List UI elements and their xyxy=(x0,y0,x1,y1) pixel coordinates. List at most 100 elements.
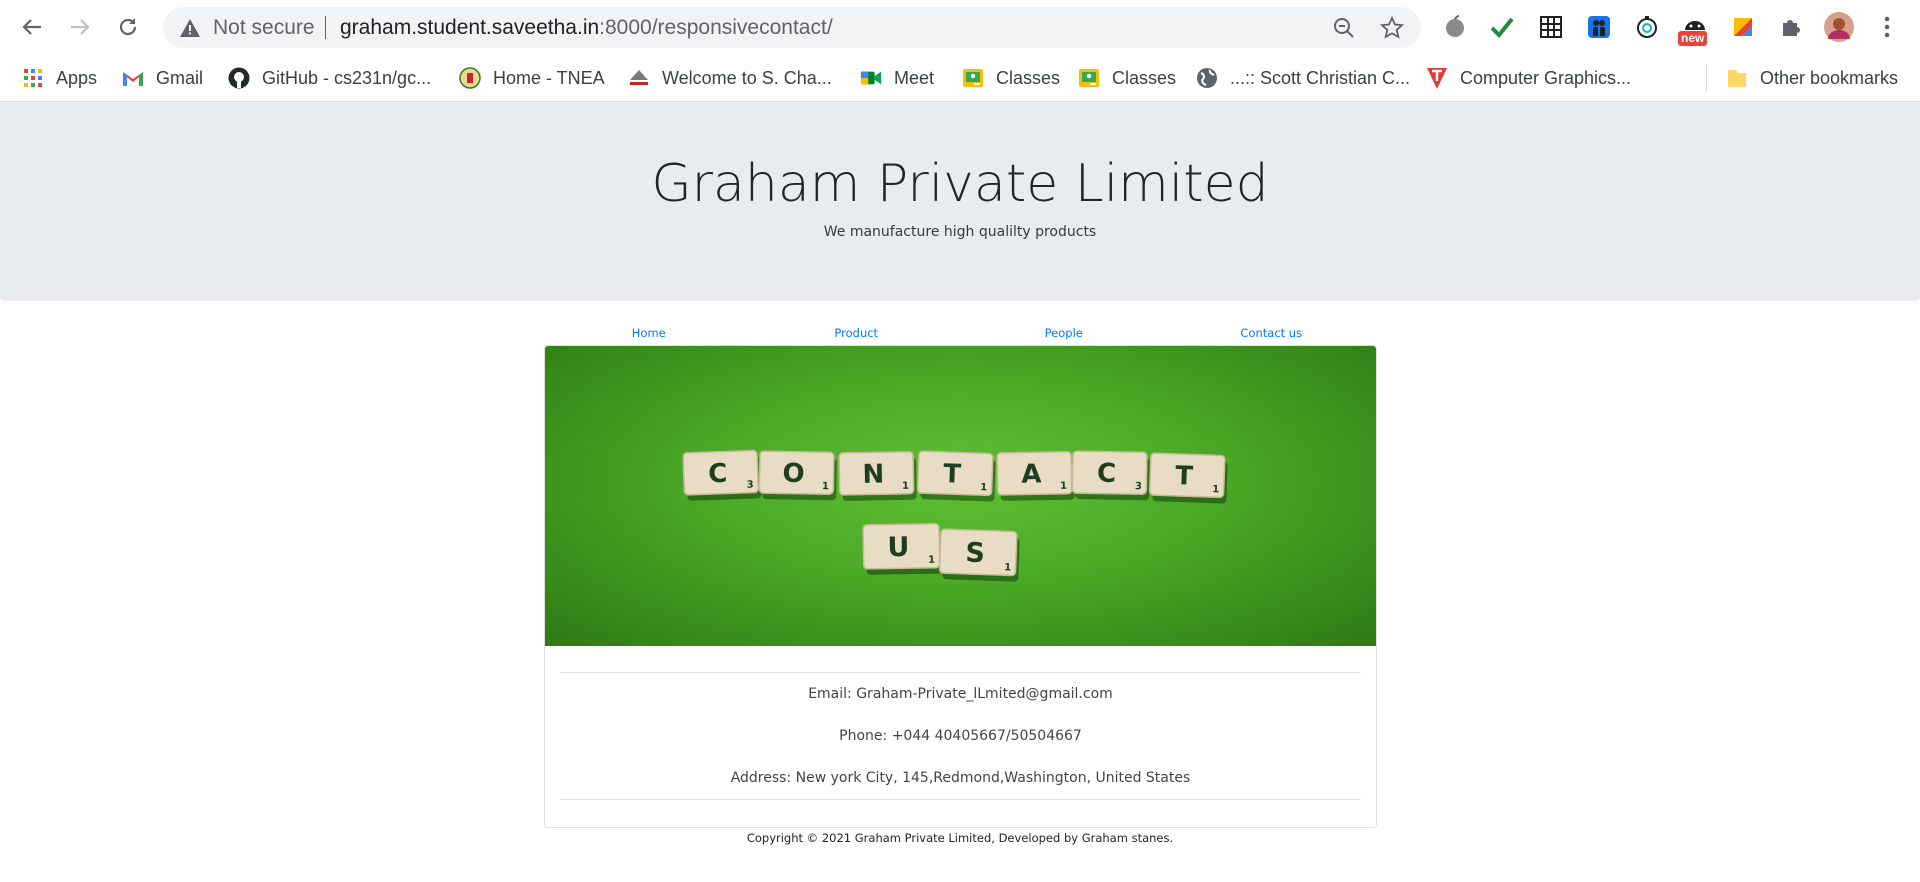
bookmark-star-icon[interactable] xyxy=(1379,15,1405,41)
nav-home[interactable]: Home xyxy=(545,326,753,346)
bookmarks-bar: Apps Gmail GitHub - cs231n/gc... Home - … xyxy=(0,55,1920,102)
extension-check-icon[interactable] xyxy=(1487,12,1517,42)
scrabble-tiles: C 3 O 1 N 1 T 1 A 1 C 3 T 1U 1 S 1 xyxy=(682,449,1228,582)
site-nav: Home Product People Contact us xyxy=(545,326,1375,346)
chrome-menu-icon[interactable] xyxy=(1872,12,1902,42)
bookmark-classes-2[interactable]: Classes xyxy=(1078,64,1176,92)
divider-top xyxy=(560,672,1361,673)
tile-letter: S xyxy=(965,538,986,570)
bookmark-label: Classes xyxy=(1112,67,1177,88)
contact-card: C3O1N1T1A1C3T1U1S1 Email: Graham-Private… xyxy=(544,345,1377,828)
bookmark-scott-christian[interactable]: ...:: Scott Christian C... xyxy=(1196,64,1410,92)
folder-icon xyxy=(1726,67,1748,89)
security-label[interactable]: Not secure xyxy=(213,16,315,40)
classroom-icon xyxy=(962,67,984,89)
bookmark-label: GitHub - cs231n/gc... xyxy=(262,67,432,88)
back-arrow-icon xyxy=(22,19,41,35)
nav-people[interactable]: People xyxy=(960,326,1168,346)
bookmark-label: Computer Graphics... xyxy=(1460,67,1632,88)
scrabble-tile-row1-5: C3 xyxy=(1071,450,1150,501)
scrabble-tile-row1-1: O1 xyxy=(758,450,837,501)
apps-grid-icon xyxy=(22,67,44,89)
extension-people-icon[interactable] xyxy=(1584,12,1614,42)
warning-icon xyxy=(180,19,200,37)
url-text[interactable]: graham.student.saveetha.in:8000/responsi… xyxy=(340,16,833,40)
page-subtitle: We manufacture high qualilty products xyxy=(823,224,1097,240)
tile-score: 1 xyxy=(822,481,829,492)
gmail-icon xyxy=(122,67,144,89)
scrabble-tile-row1-4: A1 xyxy=(996,451,1075,501)
bookmark-gmail[interactable]: Gmail xyxy=(122,64,203,92)
tile-letter: T xyxy=(1175,461,1194,492)
forward-arrow-icon xyxy=(71,19,90,35)
meet-icon xyxy=(860,67,882,89)
contact-phone: Phone: +044 40405667/50504667 xyxy=(839,728,1082,744)
scrabble-tile-row1-0: C3 xyxy=(682,449,762,501)
tile-score: 1 xyxy=(1060,481,1067,492)
zoom-icon[interactable] xyxy=(1331,15,1357,41)
url-path: :8000/responsivecontact/ xyxy=(599,16,833,39)
tile-score: 3 xyxy=(746,480,753,491)
url-host: graham.student.saveetha.in xyxy=(340,16,600,39)
bookmark-label: Welcome to S. Cha... xyxy=(662,67,832,88)
scrabble-tile-row2-0: U1 xyxy=(862,522,943,575)
bookmark-computer-graphics[interactable]: Computer Graphics... xyxy=(1426,64,1631,92)
bookmark-tnea[interactable]: Home - TNEA xyxy=(459,64,605,92)
contact-email: Email: Graham-Private_lLmited@gmail.com xyxy=(808,686,1113,702)
reload-icon xyxy=(119,18,137,36)
bookmark-classes-1[interactable]: Classes xyxy=(962,64,1060,92)
address-separator xyxy=(325,16,326,39)
scrabble-tile-row1-2: N1 xyxy=(838,451,917,501)
tile-score: 1 xyxy=(902,481,909,492)
divider-bottom xyxy=(560,799,1361,800)
scrabble-tile-row1-6: T1 xyxy=(1148,452,1228,504)
contact-us-hero-image: C3O1N1T1A1C3T1U1S1 xyxy=(545,346,1376,646)
extension-table-icon[interactable] xyxy=(1536,12,1566,42)
page-title: Graham Private Limited xyxy=(651,154,1269,214)
tile-score: 1 xyxy=(980,482,987,493)
bookmark-github[interactable]: GitHub - cs231n/gc... xyxy=(228,64,431,92)
contact-address: Address: New york City, 145,Redmond,Wash… xyxy=(730,770,1191,786)
bookmark-welcome[interactable]: Welcome to S. Cha... xyxy=(628,64,832,92)
bookmark-apps[interactable]: Apps xyxy=(22,64,97,92)
bookmark-label: Classes xyxy=(996,67,1061,88)
tutorialspoint-icon xyxy=(1426,67,1448,89)
tile-letter: T xyxy=(943,459,962,490)
nav-contact-us[interactable]: Contact us xyxy=(1168,326,1376,346)
tile-letter: O xyxy=(782,459,805,489)
tile-letter: A xyxy=(1021,459,1042,489)
bookmark-label: Home - TNEA xyxy=(493,67,605,88)
scrabble-tile-row1-3: T1 xyxy=(916,450,996,502)
back-button[interactable] xyxy=(15,10,49,44)
bookmark-label: Gmail xyxy=(156,67,204,88)
college-logo-icon xyxy=(628,67,650,89)
profile-avatar[interactable] xyxy=(1824,12,1854,42)
nav-product[interactable]: Product xyxy=(753,326,961,346)
reload-button[interactable] xyxy=(111,10,145,44)
tile-score: 1 xyxy=(1004,562,1011,573)
github-icon xyxy=(228,67,250,89)
browser-toolbar: Not secure graham.student.saveetha.in:80… xyxy=(0,0,1920,55)
tile-letter: U xyxy=(887,532,909,563)
address-bar[interactable]: Not secure graham.student.saveetha.in:80… xyxy=(163,7,1421,48)
extension-colorful-icon[interactable] xyxy=(1728,12,1758,42)
tile-letter: C xyxy=(1097,459,1117,489)
tnea-emblem-icon xyxy=(459,67,481,89)
bookmark-label: ...:: Scott Christian C... xyxy=(1230,67,1411,88)
new-badge: new xyxy=(1678,31,1708,46)
bookmarks-divider xyxy=(1706,64,1707,92)
bookmark-meet[interactable]: Meet xyxy=(860,64,934,92)
tile-letter: C xyxy=(708,459,728,490)
extension-timer-icon[interactable] xyxy=(1632,12,1662,42)
classroom-icon xyxy=(1078,67,1100,89)
extension-apple-icon[interactable] xyxy=(1440,12,1470,42)
header-jumbotron: Graham Private Limited We manufacture hi… xyxy=(0,102,1920,301)
tile-score: 1 xyxy=(1212,484,1219,495)
forward-button[interactable] xyxy=(63,10,97,44)
extensions-puzzle-icon[interactable] xyxy=(1776,12,1806,42)
tile-score: 3 xyxy=(1135,481,1142,492)
tile-letter: N xyxy=(862,459,884,489)
other-bookmarks[interactable]: Other bookmarks xyxy=(1726,64,1898,92)
tile-score: 1 xyxy=(928,555,935,566)
bookmark-label: Meet xyxy=(894,67,935,88)
